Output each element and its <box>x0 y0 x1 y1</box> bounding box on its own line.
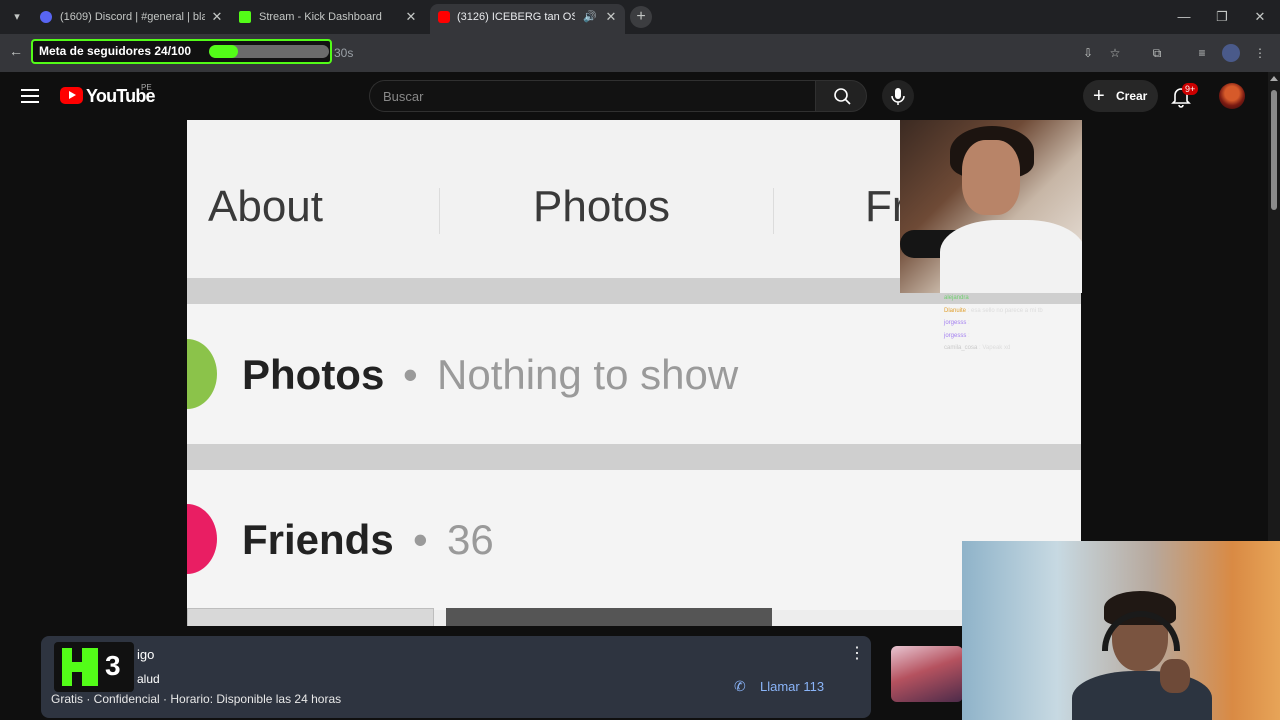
window-close-icon[interactable]: ✕ <box>1248 6 1272 28</box>
row-detail: 36 <box>447 516 494 563</box>
more-menu-icon[interactable]: ⋮ <box>1251 44 1269 62</box>
chat-message: camila_cosa : Vapeak xd <box>944 345 1011 351</box>
tab-search-chevron-icon[interactable]: ▾ <box>8 8 26 26</box>
row-bullet: • <box>403 351 418 398</box>
divider-band <box>187 444 1081 470</box>
divider <box>773 188 774 234</box>
tab-kick-dashboard[interactable]: Stream - Kick Dashboard ✕ <box>239 4 419 30</box>
kick-logo-icon <box>62 648 98 686</box>
follower-goal-progress-track <box>209 45 329 58</box>
secondary-webcam <box>962 541 1280 720</box>
close-tab-icon[interactable]: ✕ <box>403 4 419 30</box>
screen: ▾ (1609) Discord | #general | bla bla ✕ … <box>0 0 1280 720</box>
photos-icon <box>187 339 217 409</box>
chat-overlay: alejandra Dlanuite : esa sello no parece… <box>944 292 1080 352</box>
chat-message: alejandra <box>944 292 1080 305</box>
country-code: PE <box>141 83 152 92</box>
friends-icon <box>187 504 217 574</box>
chat-username: Dlanuite <box>944 307 967 314</box>
row-bullet: • <box>413 516 428 563</box>
bookmark-star-icon[interactable]: ☆ <box>1106 44 1124 62</box>
scrollbar-thumb[interactable] <box>1271 90 1277 210</box>
thumbnail <box>187 608 434 626</box>
kick-count: 3 <box>105 650 121 681</box>
chat-username: jorgesss <box>944 320 967 326</box>
follower-goal-overlay: Meta de seguidores 24/100 <box>31 39 332 64</box>
extensions-puzzle-icon[interactable]: ⧉ <box>1148 44 1166 62</box>
video-thumbnails <box>187 608 1081 626</box>
profile-avatar-icon[interactable] <box>1222 44 1240 62</box>
video-tab-about: About <box>208 182 323 231</box>
close-tab-icon[interactable]: ✕ <box>209 4 225 30</box>
related-video-thumbnail[interactable] <box>891 646 963 702</box>
create-label: Crear <box>1116 89 1148 103</box>
plus-icon: + <box>1093 85 1105 107</box>
tab-title: (1609) Discord | #general | bla bla <box>60 11 205 23</box>
chat-username: jorgesss <box>944 332 967 339</box>
chat-username: alejandra <box>944 295 969 301</box>
create-button[interactable]: + Crear <box>1083 80 1158 112</box>
back-arrow-icon[interactable]: ← <box>9 43 23 59</box>
webcam-person-body <box>1072 671 1212 720</box>
notifications-badge: 9+ <box>1182 83 1199 95</box>
divider <box>439 188 440 234</box>
youtube-icon <box>438 11 450 23</box>
card-details: Gratis · Confidencial · Horario: Disponi… <box>51 692 342 706</box>
kick-icon <box>239 11 251 23</box>
chat-message: Dlanuite : esa sello no parece a mi tb <box>944 307 1043 314</box>
voice-search-button[interactable] <box>882 80 914 112</box>
discord-icon <box>40 11 52 23</box>
row-title: Photos <box>242 351 385 398</box>
new-tab-button[interactable]: + <box>630 6 652 28</box>
thumbnail <box>446 608 772 626</box>
card-title: igo <box>137 647 155 662</box>
video-row-friends: Friends • 36 <box>187 470 1081 610</box>
video-tab-photos: Photos <box>533 182 670 231</box>
card-source-link[interactable]: alud <box>137 672 160 686</box>
search-placeholder: Buscar <box>383 89 424 104</box>
browser-tab-strip: ▾ (1609) Discord | #general | bla bla ✕ … <box>0 0 1280 34</box>
restore-icon[interactable]: ❐ <box>1210 6 1234 28</box>
phone-icon: ✆ <box>734 678 746 694</box>
tab-discord[interactable]: (1609) Discord | #general | bla bla ✕ <box>40 4 225 30</box>
scroll-up-arrow-icon[interactable] <box>1270 76 1278 81</box>
tab-title: Stream - Kick Dashboard <box>259 11 382 23</box>
tab-title: (3126) ICEBERG tan OSCURO <box>457 11 575 23</box>
webcam-person-hand <box>1160 659 1190 693</box>
chat-text: Vapeak xd <box>982 345 1011 351</box>
follower-goal-progress-fill <box>209 45 238 58</box>
search-button[interactable] <box>815 80 867 112</box>
streamer-webcam <box>900 120 1082 293</box>
hamburger-menu-icon[interactable] <box>21 89 39 103</box>
microphone-icon <box>891 88 905 105</box>
install-app-icon[interactable]: ⇩ <box>1079 44 1097 62</box>
row-title: Friends <box>242 516 394 563</box>
row-detail: Nothing to show <box>437 351 739 398</box>
audio-playing-icon[interactable]: 🔊 <box>583 4 597 30</box>
webcam-person-shirt <box>940 220 1082 293</box>
chat-text: esa sello no parece a mi tb <box>971 307 1043 314</box>
chat-username: camila_cosa <box>944 345 978 351</box>
health-info-card: igo alud Gratis · Confidencial · Horario… <box>41 636 871 718</box>
call-label: Llamar 113 <box>760 679 825 694</box>
close-tab-icon[interactable]: ✕ <box>603 4 619 30</box>
account-avatar[interactable] <box>1219 83 1245 109</box>
kick-overlay-badge: 3 <box>54 642 134 692</box>
webcam-person-face <box>962 140 1020 215</box>
search-icon <box>834 88 851 105</box>
youtube-play-icon <box>60 87 83 104</box>
more-options-icon[interactable]: ⋮ <box>849 646 865 662</box>
minimize-icon[interactable]: — <box>1172 6 1196 28</box>
chat-message: jorgesss : <box>944 320 970 326</box>
address-bar[interactable]: 30s <box>330 42 1070 64</box>
url-text: 30s <box>334 46 354 60</box>
chat-message: jorgesss : <box>944 332 970 339</box>
search-input[interactable]: Buscar <box>369 80 815 112</box>
media-controls-icon[interactable]: ≡ <box>1193 44 1211 62</box>
follower-goal-label: Meta de seguidores 24/100 <box>39 44 192 58</box>
youtube-header: YouTube PE Buscar + Crear 9+ <box>0 72 1268 120</box>
tab-youtube-active[interactable]: (3126) ICEBERG tan OSCURO 🔊 ✕ <box>430 4 625 34</box>
